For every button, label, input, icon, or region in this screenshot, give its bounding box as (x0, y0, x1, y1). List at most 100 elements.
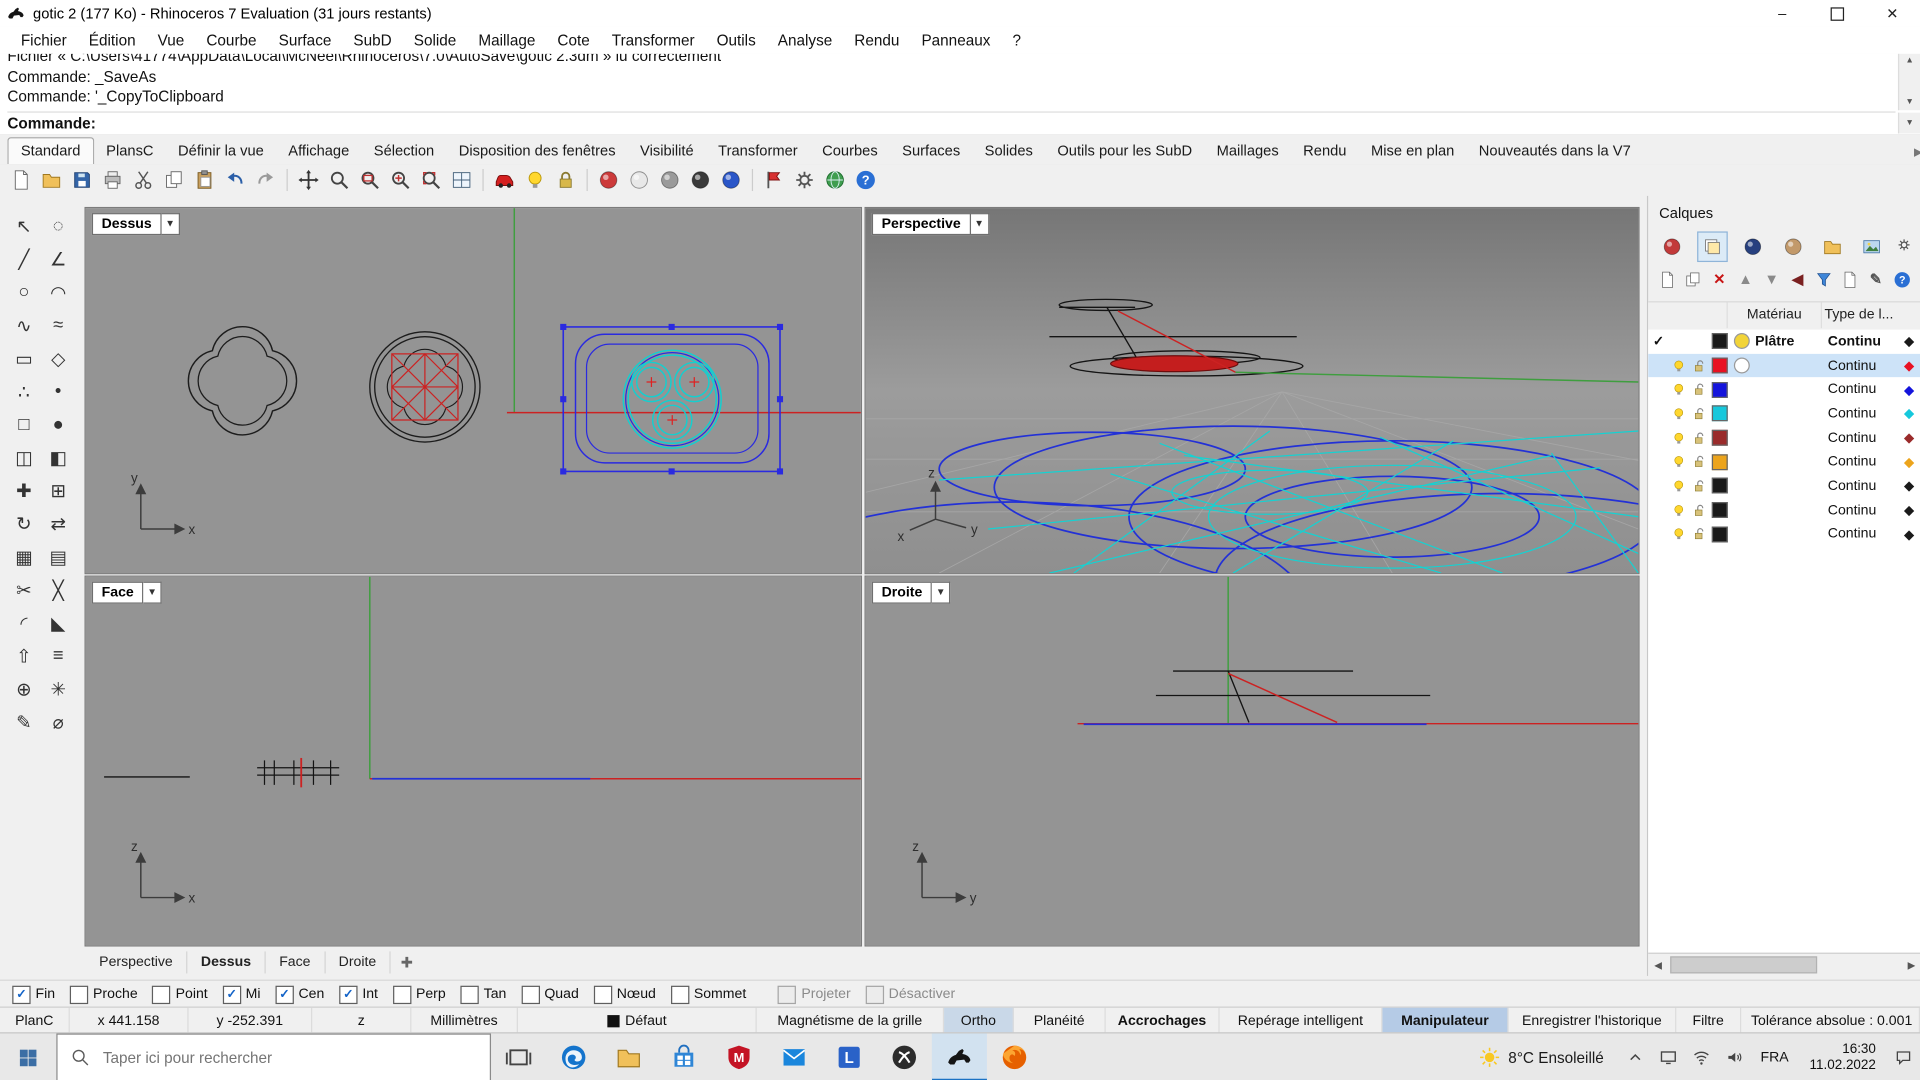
osnap-desactiver[interactable]: Désactiver (865, 985, 955, 1003)
layer-linetype[interactable]: Continu (1828, 479, 1897, 494)
filter-icon[interactable] (1813, 268, 1834, 290)
menu-item[interactable]: ? (1001, 29, 1032, 51)
menu-transformer[interactable]: Transformer (601, 29, 706, 51)
layer-linetype[interactable]: Continu (1828, 431, 1897, 446)
start-button[interactable] (0, 1033, 56, 1080)
viewport-menu-arrow-icon[interactable]: ▼ (932, 582, 950, 604)
split-icon[interactable]: ╳ (42, 574, 75, 605)
tray-chevron-up-icon[interactable] (1618, 1048, 1651, 1066)
checkbox-perp[interactable] (393, 985, 411, 1003)
new-sublayer-icon[interactable] (1683, 268, 1704, 290)
rectangle-icon[interactable]: ▭ (7, 343, 40, 374)
status-reperage-intelligent[interactable]: Repérage intelligent (1220, 1008, 1383, 1034)
viewport-menu-arrow-icon[interactable]: ▼ (144, 582, 162, 604)
status-manipulateur[interactable]: Manipulateur (1382, 1008, 1508, 1034)
toolbar-tab-definir-la-vue[interactable]: Définir la vue (166, 138, 276, 164)
osnap-fin[interactable]: ✓Fin (12, 985, 55, 1003)
layer-visibility-icon[interactable] (1669, 358, 1690, 373)
toolbar-tab-surfaces[interactable]: Surfaces (890, 138, 972, 164)
flag-icon[interactable] (759, 167, 788, 194)
lock-icon[interactable] (551, 167, 580, 194)
viewport-menu-arrow-icon[interactable]: ▼ (971, 213, 989, 235)
x-app-icon[interactable] (877, 1033, 932, 1080)
menu-cote[interactable]: Cote (546, 29, 600, 51)
osnap-mi[interactable]: ✓Mi (222, 985, 260, 1003)
scroll-left-icon[interactable]: ◀ (1648, 959, 1668, 970)
curve-icon[interactable]: ∿ (7, 310, 40, 341)
checkbox-sommet[interactable] (671, 985, 689, 1003)
status-magnetisme-de-la-grille[interactable]: Magnétisme de la grille (757, 1008, 944, 1034)
layer-lock-icon[interactable] (1689, 479, 1710, 494)
properties-tab-icon[interactable] (1658, 232, 1686, 260)
task-view-icon[interactable] (491, 1033, 546, 1080)
viewport-droite[interactable]: z y Droite▼ (866, 577, 1639, 946)
viewport-perspective-canvas[interactable]: z x y (866, 208, 1639, 573)
box-icon[interactable]: □ (7, 409, 40, 440)
extrude-icon[interactable]: ⇧ (7, 640, 40, 671)
layer-visibility-icon[interactable] (1669, 382, 1690, 397)
cylinder-icon[interactable]: ◫ (7, 442, 40, 473)
interpolate-curve-icon[interactable]: ≈ (42, 310, 75, 341)
menu-solide[interactable]: Solide (403, 29, 468, 51)
redo-icon[interactable] (251, 167, 280, 194)
menu-surface[interactable]: Surface (268, 29, 343, 51)
status-planeite[interactable]: Planéité (1014, 1008, 1106, 1034)
layer-visibility-icon[interactable] (1669, 406, 1690, 421)
render-dark-icon[interactable] (686, 167, 715, 194)
status-y-252-391[interactable]: y -252.391 (189, 1008, 313, 1034)
layer-row[interactable]: Continu◆ (1648, 353, 1920, 377)
move-up-icon[interactable]: ▲ (1735, 268, 1756, 290)
undo-icon[interactable] (220, 167, 249, 194)
menu-maillage[interactable]: Maillage (467, 29, 546, 51)
osnap-perp[interactable]: Perp (393, 985, 446, 1003)
earth-icon[interactable] (820, 167, 849, 194)
toolbar-tab-visibilite[interactable]: Visibilité (628, 138, 706, 164)
layer-color-swatch[interactable] (1710, 333, 1731, 349)
polygon-icon[interactable]: ◇ (42, 343, 75, 374)
rhino-icon[interactable] (932, 1033, 987, 1080)
checkbox-int[interactable]: ✓ (339, 985, 357, 1003)
viewport-dessus-canvas[interactable]: y x (86, 208, 861, 573)
scroll-down-icon[interactable]: ▼ (1899, 96, 1920, 111)
print-icon[interactable] (98, 167, 127, 194)
command-scrollbar[interactable]: ▲▼ (1898, 54, 1920, 110)
save-icon[interactable] (67, 167, 96, 194)
tray-wifi-icon[interactable] (1685, 1048, 1718, 1066)
layer-visibility-icon[interactable] (1669, 431, 1690, 446)
line-icon[interactable]: ╱ (7, 244, 40, 275)
column-linetype[interactable]: Type de l... (1821, 302, 1894, 328)
materials-tab-icon[interactable] (1779, 232, 1807, 260)
tray-volume-icon[interactable] (1718, 1048, 1751, 1066)
mirror-icon[interactable]: ⇄ (42, 508, 75, 539)
checkbox-tan[interactable] (460, 985, 478, 1003)
layer-row[interactable]: Continu◆ (1648, 474, 1920, 498)
layer-lock-icon[interactable] (1689, 382, 1710, 397)
firefox-icon[interactable] (987, 1033, 1042, 1080)
menu-analyse[interactable]: Analyse (767, 29, 844, 51)
new-file-icon[interactable] (6, 167, 35, 194)
status-defaut[interactable]: Défaut (518, 1008, 757, 1034)
viewport-menu-arrow-icon[interactable]: ▼ (162, 213, 180, 235)
layers-tab-icon[interactable] (1697, 231, 1728, 262)
layer-row[interactable]: Continu◆ (1648, 402, 1920, 426)
arc-icon[interactable]: ◠ (42, 277, 75, 308)
layer-linetype[interactable]: Continu (1828, 455, 1897, 470)
menu-edition[interactable]: Édition (78, 29, 147, 51)
layer-linetype[interactable]: Continu (1828, 358, 1897, 373)
array-icon[interactable]: ▦ (7, 541, 40, 572)
scroll-up-icon[interactable]: ▲ (1899, 54, 1920, 69)
osnap-sommet[interactable]: Sommet (671, 985, 747, 1003)
menu-vue[interactable]: Vue (147, 29, 196, 51)
list-icon[interactable] (1839, 268, 1860, 290)
osnap-projeter[interactable]: Projeter (778, 985, 851, 1003)
select-icon[interactable]: ↖ (7, 211, 40, 242)
viewport-tab-droite[interactable]: Droite (325, 951, 391, 973)
viewport-droite-canvas[interactable]: z y (866, 577, 1639, 946)
tray-monitor-icon[interactable] (1652, 1048, 1685, 1066)
circle-icon[interactable]: ○ (7, 277, 40, 308)
command-prompt[interactable]: Commande: (7, 111, 1895, 134)
zoom-dynamic-icon[interactable] (324, 167, 353, 194)
join-icon[interactable]: ⊕ (7, 673, 40, 704)
help-icon[interactable] (851, 167, 880, 194)
layer-visibility-icon[interactable] (1669, 503, 1690, 518)
